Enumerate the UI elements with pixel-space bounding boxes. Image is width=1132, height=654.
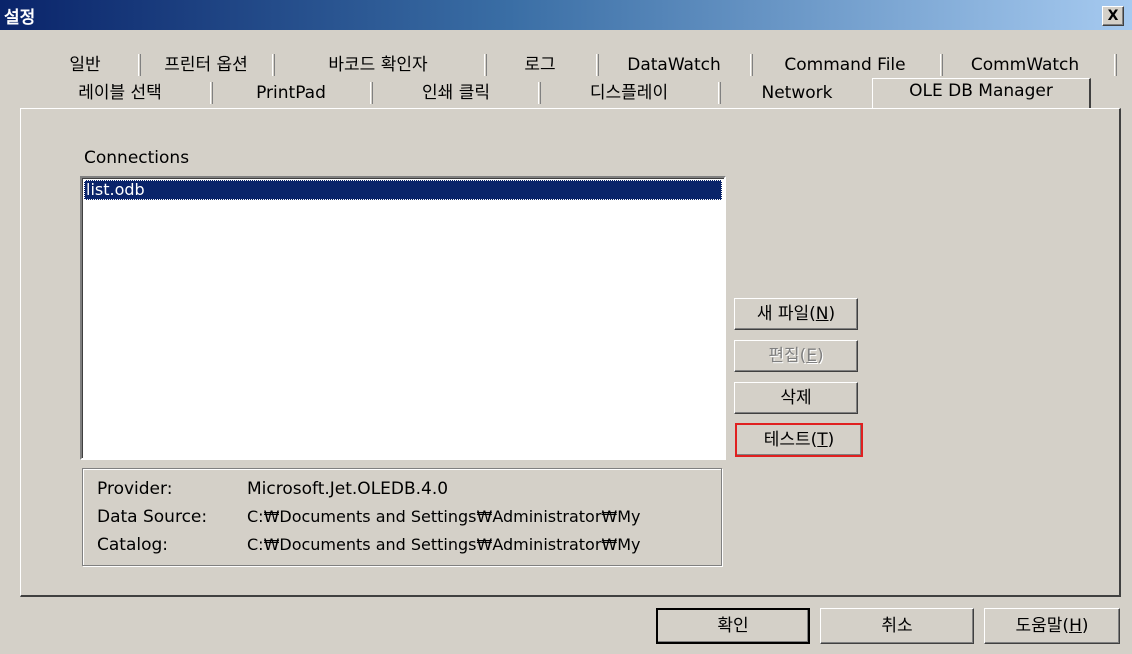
connections-listbox[interactable]: list.odb xyxy=(80,176,726,460)
new-file-accel-key: N xyxy=(815,304,829,324)
connections-label: Connections xyxy=(84,148,190,168)
tab-divider xyxy=(750,54,753,76)
ok-button[interactable]: 확인 xyxy=(656,608,810,644)
tab-datawatch[interactable]: DataWatch xyxy=(604,52,744,78)
edit-button-suffix: ) xyxy=(817,346,824,366)
tab-divider xyxy=(272,54,275,76)
list-item-selected[interactable]: list.odb xyxy=(84,180,722,200)
help-button-label: 도움말( xyxy=(1015,616,1070,636)
tab-divider xyxy=(484,54,487,76)
delete-button-label: 삭제 xyxy=(780,388,812,408)
title-bar[interactable]: 설정 X xyxy=(0,0,1132,30)
provider-label: Provider: xyxy=(97,479,173,499)
edit-accel-key: E xyxy=(806,346,818,366)
tab-printpad[interactable]: PrintPad xyxy=(216,80,366,106)
help-button[interactable]: 도움말(H) xyxy=(984,608,1120,644)
cancel-button[interactable]: 취소 xyxy=(820,608,974,644)
tab-divider xyxy=(370,82,373,104)
data-source-label: Data Source: xyxy=(97,507,208,527)
tab-command-file[interactable]: Command File xyxy=(760,52,930,78)
connection-details-box: Provider: Microsoft.Jet.OLEDB.4.0 Data S… xyxy=(82,468,722,566)
tab-display[interactable]: 디스플레이 xyxy=(544,80,714,106)
tab-log[interactable]: 로그 xyxy=(490,52,590,78)
delete-button[interactable]: 삭제 xyxy=(734,382,858,414)
tab-divider xyxy=(538,82,541,104)
new-file-button-label: 새 파일( xyxy=(756,304,816,324)
help-accel-key: H xyxy=(1069,616,1082,636)
test-button-label: 테스트( xyxy=(763,430,818,450)
tab-printer-options[interactable]: 프린터 옵션 xyxy=(146,52,266,78)
tab-divider xyxy=(718,82,721,104)
new-file-button[interactable]: 새 파일(N) xyxy=(734,298,858,330)
catalog-label: Catalog: xyxy=(97,535,169,555)
tab-divider xyxy=(596,54,599,76)
tab-divider xyxy=(210,82,213,104)
tab-ole-db-manager[interactable]: OLE DB Manager xyxy=(872,78,1091,109)
tab-divider xyxy=(138,54,141,76)
test-button[interactable]: 테스트(T) xyxy=(735,423,863,457)
window-title: 설정 xyxy=(4,8,36,28)
tab-label-select[interactable]: 레이블 선택 xyxy=(30,80,210,106)
catalog-value: C:₩Documents and Settings₩Administrator₩… xyxy=(247,535,641,554)
tab-commwatch[interactable]: CommWatch xyxy=(950,52,1100,78)
new-file-button-suffix: ) xyxy=(828,304,836,324)
help-button-suffix: ) xyxy=(1081,616,1089,636)
tab-divider xyxy=(940,54,943,76)
settings-dialog: 설정 X 일반 프린터 옵션 바코드 확인자 로그 DataWatch Comm… xyxy=(0,0,1132,654)
edit-button[interactable]: 편집(E) xyxy=(734,340,858,372)
tab-print-click[interactable]: 인쇄 클릭 xyxy=(376,80,536,106)
test-accel-key: T xyxy=(817,430,828,450)
tab-divider xyxy=(1114,54,1117,76)
tab-barcode-verifier[interactable]: 바코드 확인자 xyxy=(280,52,476,78)
test-button-suffix: ) xyxy=(827,430,835,450)
edit-button-label: 편집( xyxy=(768,346,807,366)
tab-general[interactable]: 일반 xyxy=(40,52,130,78)
close-button[interactable]: X xyxy=(1102,6,1124,26)
provider-value: Microsoft.Jet.OLEDB.4.0 xyxy=(247,479,449,499)
tab-network[interactable]: Network xyxy=(724,80,870,106)
data-source-value: C:₩Documents and Settings₩Administrator₩… xyxy=(247,507,641,526)
